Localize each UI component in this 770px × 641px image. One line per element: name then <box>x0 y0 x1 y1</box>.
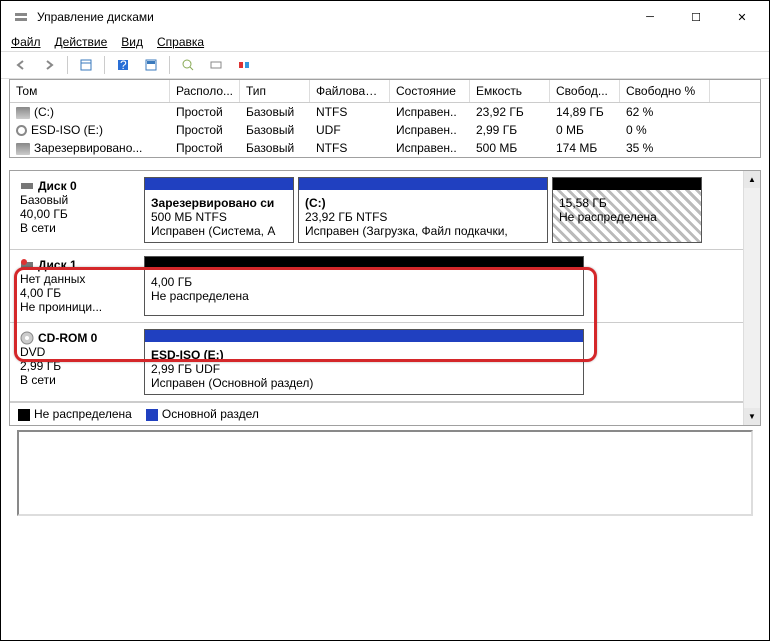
tool-button-3[interactable] <box>232 54 256 76</box>
disk-icon <box>16 107 30 119</box>
col-fs[interactable]: Файловая с... <box>310 80 390 102</box>
titlebar: Управление дисками ─ ☐ ✕ <box>1 1 769 33</box>
col-freepct[interactable]: Свободно % <box>620 80 710 102</box>
help-button[interactable]: ? <box>111 54 135 76</box>
volume-list-header: Том Располо... Тип Файловая с... Состоян… <box>10 80 760 103</box>
col-capacity[interactable]: Емкость <box>470 80 550 102</box>
back-button[interactable] <box>9 54 33 76</box>
partition[interactable]: ESD-ISO (E:)2,99 ГБ UDFИсправен (Основно… <box>144 329 584 395</box>
forward-button[interactable] <box>37 54 61 76</box>
disk-warning-icon <box>20 258 34 272</box>
col-free[interactable]: Свобод... <box>550 80 620 102</box>
scroll-up-icon[interactable]: ▲ <box>744 171 760 188</box>
partition[interactable]: 4,00 ГБНе распределена <box>144 256 584 316</box>
menu-action[interactable]: Действие <box>55 35 108 49</box>
legend-primary: Основной раздел <box>146 407 259 421</box>
disk-icon <box>16 143 30 155</box>
cd-icon <box>16 125 27 136</box>
refresh-button[interactable] <box>139 54 163 76</box>
disk-icon <box>20 179 34 193</box>
col-location[interactable]: Располо... <box>170 80 240 102</box>
legend-unallocated: Не распределена <box>18 407 132 421</box>
toolbar: ? <box>1 52 769 79</box>
tool-button-1[interactable] <box>176 54 200 76</box>
close-button[interactable]: ✕ <box>719 1 765 33</box>
svg-text:?: ? <box>120 58 127 72</box>
menu-help[interactable]: Справка <box>157 35 204 49</box>
cd-icon <box>20 331 34 345</box>
volume-row[interactable]: ESD-ISO (E:)ПростойБазовыйUDFИсправен..2… <box>10 121 760 139</box>
show-hide-button[interactable] <box>74 54 98 76</box>
scrollbar[interactable]: ▲ ▼ <box>743 171 760 425</box>
app-icon <box>13 9 29 25</box>
legend: Не распределена Основной раздел <box>10 402 743 425</box>
status-panel <box>17 430 753 516</box>
volume-list[interactable]: Том Располо... Тип Файловая с... Состоян… <box>9 79 761 158</box>
maximize-button[interactable]: ☐ <box>673 1 719 33</box>
volume-row[interactable]: Зарезервировано...ПростойБазовыйNTFSИспр… <box>10 139 760 157</box>
col-status[interactable]: Состояние <box>390 80 470 102</box>
window-title: Управление дисками <box>37 10 627 24</box>
col-volume[interactable]: Том <box>10 80 170 102</box>
menu-file[interactable]: Файл <box>11 35 41 49</box>
partition[interactable]: 15,58 ГБНе распределена <box>552 177 702 243</box>
col-type[interactable]: Тип <box>240 80 310 102</box>
volume-row[interactable]: (C:)ПростойБазовыйNTFSИсправен..23,92 ГБ… <box>10 103 760 121</box>
disk-graphical-view: Диск 0Базовый40,00 ГБВ сетиЗарезервирова… <box>9 170 761 426</box>
menubar: Файл Действие Вид Справка <box>1 33 769 52</box>
disk-row[interactable]: Диск 1Нет данных4,00 ГБНе проиници...4,0… <box>10 250 743 323</box>
scroll-down-icon[interactable]: ▼ <box>744 408 760 425</box>
tool-button-2[interactable] <box>204 54 228 76</box>
disk-row[interactable]: CD-ROM 0DVD2,99 ГБВ сетиESD-ISO (E:)2,99… <box>10 323 743 402</box>
minimize-button[interactable]: ─ <box>627 1 673 33</box>
disk-row[interactable]: Диск 0Базовый40,00 ГБВ сетиЗарезервирова… <box>10 171 743 250</box>
menu-view[interactable]: Вид <box>121 35 143 49</box>
partition[interactable]: (C:)23,92 ГБ NTFSИсправен (Загрузка, Фай… <box>298 177 548 243</box>
partition[interactable]: Зарезервировано си500 МБ NTFSИсправен (С… <box>144 177 294 243</box>
